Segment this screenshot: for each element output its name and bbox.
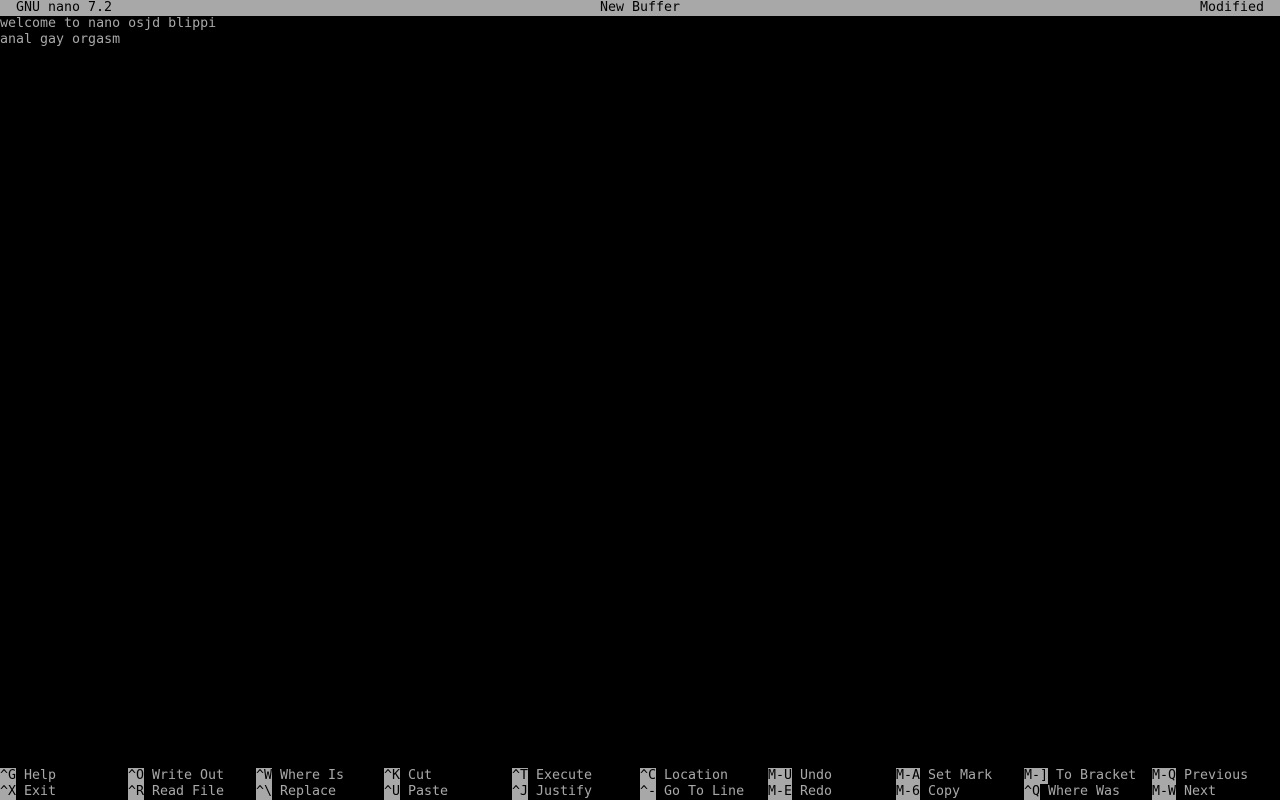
shortcut-redo[interactable]: M-E Redo	[768, 784, 832, 800]
shortcut-label: Write Out	[152, 768, 225, 783]
shortcut-key: ^C	[640, 768, 657, 784]
shortcut-key: M-]	[1024, 768, 1049, 784]
shortcut-label: Paste	[408, 784, 449, 799]
shortcut-label: Redo	[800, 784, 833, 799]
shortcut-key: ^O	[128, 768, 145, 784]
shortcut-cut[interactable]: ^K Cut	[384, 768, 432, 784]
shortcut-copy[interactable]: M-6 Copy	[896, 784, 960, 800]
shortcut-where-was[interactable]: ^Q Where Was	[1024, 784, 1120, 800]
shortcut-key: M-Q	[1152, 768, 1177, 784]
shortcut-key: M-E	[768, 784, 793, 800]
shortcut-label: Where Was	[1048, 784, 1121, 799]
shortcut-key: M-U	[768, 768, 793, 784]
shortcut-key: ^\	[256, 784, 273, 800]
shortcut-execute[interactable]: ^T Execute	[512, 768, 592, 784]
shortcut-label: Cut	[408, 768, 433, 783]
shortcut-key: ^U	[384, 784, 401, 800]
shortcut-key: M-6	[896, 784, 921, 800]
shortcut-key: ^W	[256, 768, 273, 784]
buffer-name: New Buffer	[599, 0, 681, 15]
shortcut-label: Undo	[800, 768, 833, 783]
shortcut-help[interactable]: ^G Help	[0, 768, 56, 784]
shortcut-justify[interactable]: ^J Justify	[512, 784, 592, 800]
text-editor-area[interactable]: welcome to nano osjd blippi anal gay org…	[0, 16, 1280, 768]
shortcut-undo[interactable]: M-U Undo	[768, 768, 832, 784]
editor-line[interactable]: anal gay orgasm	[0, 32, 1280, 48]
shortcut-previous[interactable]: M-Q Previous	[1152, 768, 1248, 784]
shortcut-key: M-A	[896, 768, 921, 784]
shortcut-bar: ^G Help ^O Write Out ^W Where Is ^K Cut ^T Ex…	[0, 768, 1280, 800]
shortcut-location[interactable]: ^C Location	[640, 768, 728, 784]
shortcut-key: ^Q	[1024, 784, 1041, 800]
editor-line[interactable]: welcome to nano osjd blippi	[0, 16, 1280, 32]
shortcut-label: Next	[1184, 784, 1217, 799]
shortcut-set-mark[interactable]: M-A Set Mark	[896, 768, 992, 784]
shortcut-key: ^T	[512, 768, 529, 784]
shortcut-next[interactable]: M-W Next	[1152, 784, 1216, 800]
shortcut-row-2: ^X Exit ^R Read File ^\ Replace ^U Paste ^J J…	[0, 784, 1280, 800]
shortcut-label: Where Is	[280, 768, 345, 783]
shortcut-key: ^G	[0, 768, 17, 784]
shortcut-key: ^R	[128, 784, 145, 800]
shortcut-exit[interactable]: ^X Exit	[0, 784, 56, 800]
shortcut-label: To Bracket	[1056, 768, 1137, 783]
shortcut-row-1: ^G Help ^O Write Out ^W Where Is ^K Cut ^T Ex…	[0, 768, 1280, 784]
shortcut-label: Replace	[280, 784, 337, 799]
title-bar: GNU nano 7.2 New Buffer Modified	[0, 0, 1280, 16]
shortcut-label: Set Mark	[928, 768, 993, 783]
shortcut-label: Previous	[1184, 768, 1249, 783]
shortcut-to-bracket[interactable]: M-] To Bracket	[1024, 768, 1136, 784]
shortcut-key: ^-	[640, 784, 657, 800]
shortcut-label: Exit	[24, 784, 57, 799]
modified-status: Modified	[1199, 0, 1264, 15]
shortcut-label: Execute	[536, 768, 593, 783]
shortcut-label: Go To Line	[664, 784, 745, 799]
shortcut-label: Justify	[536, 784, 593, 799]
shortcut-label: Help	[24, 768, 57, 783]
shortcut-replace[interactable]: ^\ Replace	[256, 784, 336, 800]
shortcut-key: M-W	[1152, 784, 1177, 800]
shortcut-write-out[interactable]: ^O Write Out	[128, 768, 224, 784]
shortcut-paste[interactable]: ^U Paste	[384, 784, 448, 800]
shortcut-key: ^X	[0, 784, 17, 800]
shortcut-key: ^J	[512, 784, 529, 800]
shortcut-read-file[interactable]: ^R Read File	[128, 784, 224, 800]
shortcut-label: Read File	[152, 784, 225, 799]
shortcut-go-to-line[interactable]: ^- Go To Line	[640, 784, 744, 800]
shortcut-label: Copy	[928, 784, 961, 799]
shortcut-key: ^K	[384, 768, 401, 784]
shortcut-label: Location	[664, 768, 729, 783]
shortcut-where-is[interactable]: ^W Where Is	[256, 768, 344, 784]
